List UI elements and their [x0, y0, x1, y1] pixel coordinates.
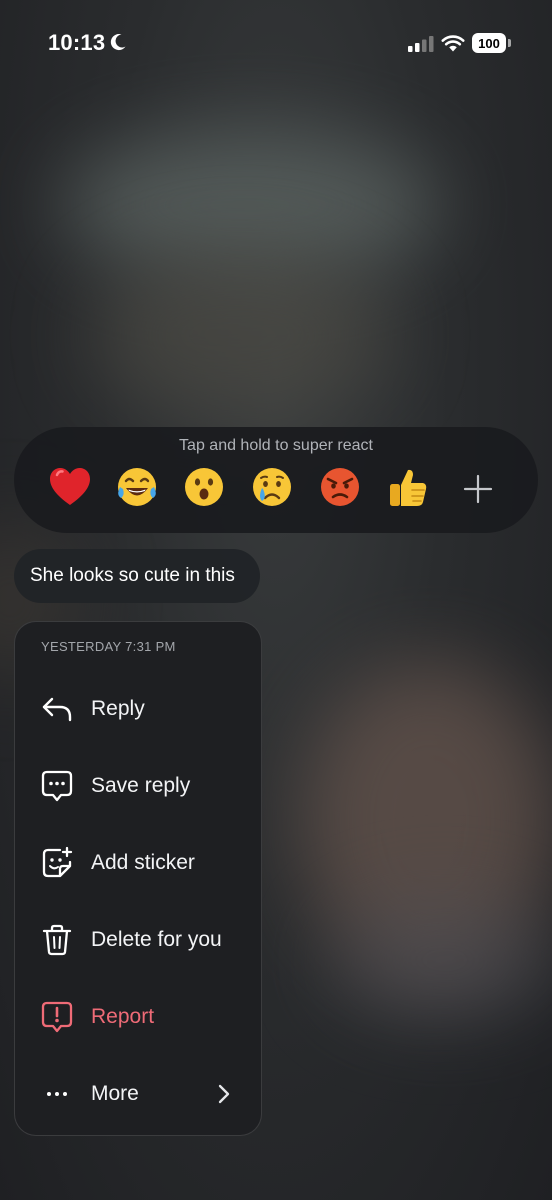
battery-icon: 100 [472, 33, 506, 53]
moon-icon [110, 34, 126, 51]
reply-menu-item[interactable]: Reply [15, 679, 261, 739]
tears-of-joy-icon [118, 468, 156, 506]
thumbs-up-reaction-button[interactable] [384, 465, 432, 513]
battery-tip [508, 39, 511, 47]
message-text: She looks so cute in this [30, 565, 235, 586]
reaction-bar: Tap and hold to super react [14, 427, 538, 533]
plus-icon[interactable] [460, 471, 496, 507]
more-icon [39, 1076, 75, 1112]
angry-icon [321, 468, 359, 506]
signal-icon [408, 36, 434, 52]
report-icon [39, 999, 75, 1035]
heart-reaction-button[interactable] [46, 465, 94, 513]
delete-for-you-menu-item[interactable]: Delete for you [15, 910, 261, 970]
more-menu-item[interactable]: More [15, 1064, 261, 1124]
save-reply-menu-item[interactable]: Save reply [15, 756, 261, 816]
angry-reaction-button[interactable] [316, 465, 364, 513]
emoji-row [14, 463, 538, 519]
add-sticker-icon [39, 845, 75, 881]
add-sticker-menu-item[interactable]: Add sticker [15, 833, 261, 893]
wifi-icon [441, 35, 465, 52]
thumbs-up-icon [390, 469, 427, 506]
save-reply-icon [39, 768, 75, 804]
add-sticker-label: Add sticker [91, 851, 195, 874]
report-menu-item[interactable]: Report [15, 987, 261, 1047]
more-label: More [91, 1082, 139, 1105]
trash-icon [39, 922, 75, 958]
status-bar: 10:13 100 [0, 0, 552, 90]
tears-of-joy-reaction-button[interactable] [113, 465, 161, 513]
delete-for-you-label: Delete for you [91, 928, 222, 951]
chevron-right-icon [218, 1084, 230, 1104]
save-reply-label: Save reply [91, 774, 191, 797]
surprised-icon [185, 468, 223, 506]
surprised-reaction-button[interactable] [180, 465, 228, 513]
background-blur-shape [90, 250, 390, 420]
message-bubble[interactable]: She looks so cute in this [14, 549, 260, 603]
heart-icon [50, 468, 90, 505]
status-time: 10:13 [48, 30, 106, 55]
report-label: Report [91, 1005, 155, 1028]
reply-icon [39, 691, 75, 727]
super-react-hint: Tap and hold to super react [179, 437, 373, 454]
reply-label: Reply [91, 697, 145, 720]
message-timestamp: YESTERDAY 7:31 PM [41, 639, 176, 654]
background-blur-shape [330, 900, 552, 1020]
message-context-menu: YESTERDAY 7:31 PM Reply Save reply Add s… [14, 621, 262, 1136]
crying-icon [253, 468, 291, 506]
crying-reaction-button[interactable] [248, 465, 296, 513]
